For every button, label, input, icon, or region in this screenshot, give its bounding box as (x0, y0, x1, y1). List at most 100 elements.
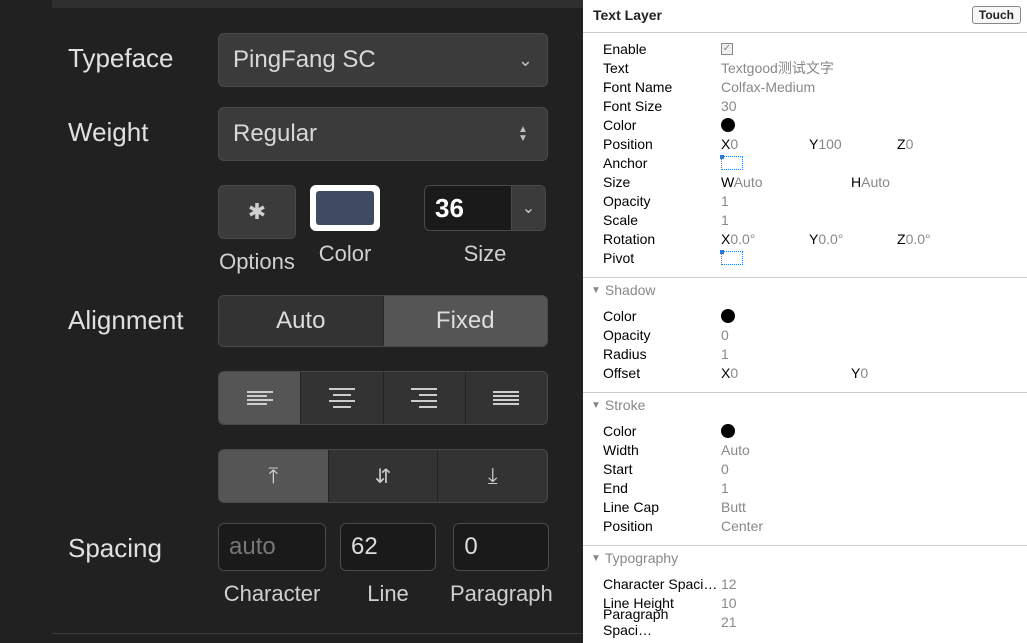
enable-label: Enable (603, 41, 721, 57)
anchor-picker[interactable] (721, 156, 743, 170)
fontsize-value[interactable]: 30 (721, 98, 1019, 114)
alignment-label: Alignment (68, 295, 218, 336)
fontname-value[interactable]: Colfax-Medium (721, 79, 1019, 95)
color-swatch-icon[interactable] (721, 118, 735, 132)
stroke-linecap-value[interactable]: Butt (721, 499, 1019, 515)
alignment-fixed-button[interactable]: Fixed (384, 296, 548, 346)
line-spacing-input[interactable]: 62 (340, 523, 436, 571)
shadow-color-label: Color (603, 308, 721, 324)
typo-paraspacing-value[interactable]: 21 (721, 614, 1019, 630)
character-spacing-input[interactable]: auto (218, 523, 326, 571)
panel-handle (52, 0, 583, 8)
align-top-icon: ⤒ (268, 463, 278, 489)
stroke-color-label: Color (603, 423, 721, 439)
shadow-color-swatch-icon[interactable] (721, 309, 735, 323)
size-w[interactable]: WAuto (721, 174, 851, 190)
size-value: 36 (425, 186, 511, 230)
gear-icon: ✱ (248, 199, 266, 225)
spacing-label: Spacing (68, 523, 218, 564)
enable-checkbox[interactable]: ✓ (721, 43, 733, 55)
size-sublabel: Size (464, 241, 507, 267)
shadow-opacity-value[interactable]: 0 (721, 327, 1019, 343)
stroke-position-label: Position (603, 518, 721, 534)
typeface-select[interactable]: PingFang SC ⌄ (218, 33, 548, 87)
typo-lineheight-value[interactable]: 10 (721, 595, 1019, 611)
rotation-z[interactable]: Z0.0° (897, 231, 985, 247)
stepper-icon: ▲▼ (513, 125, 533, 143)
align-top-button[interactable]: ⤒ (219, 450, 329, 502)
position-z[interactable]: Z0 (897, 136, 985, 152)
color-swatch-icon (316, 191, 374, 225)
stroke-start-label: Start (603, 461, 721, 477)
shadow-radius-label: Radius (603, 346, 721, 362)
color-sublabel: Color (319, 241, 372, 267)
shadow-section-header[interactable]: ▼Shadow (583, 277, 1027, 300)
chevron-down-icon: ⌄ (522, 198, 535, 218)
align-right-button[interactable] (384, 372, 466, 424)
shadow-offset-y[interactable]: Y0 (851, 365, 939, 381)
typography-section-header[interactable]: ▼Typography (583, 545, 1027, 568)
weight-select[interactable]: Regular ▲▼ (218, 107, 548, 161)
inspector-title: Text Layer (593, 7, 662, 23)
chevron-down-icon: ⌄ (518, 50, 533, 71)
stroke-width-value[interactable]: Auto (721, 442, 1019, 458)
paragraph-spacing-sublabel: Paragraph (450, 581, 553, 607)
align-middle-button[interactable]: ⇵ (329, 450, 439, 502)
line-spacing-sublabel: Line (367, 581, 409, 607)
stroke-end-label: End (603, 480, 721, 496)
stroke-color-swatch-icon[interactable] (721, 424, 735, 438)
weight-label: Weight (68, 107, 218, 148)
shadow-offset-x[interactable]: X0 (721, 365, 851, 381)
main-properties: Enable✓ TextTextgood测试文字 Font NameColfax… (583, 33, 1027, 271)
pivot-picker[interactable] (721, 251, 743, 265)
typo-paraspacing-label: Paragraph Spaci… (603, 606, 721, 638)
align-justify-button[interactable] (466, 372, 547, 424)
stroke-width-label: Width (603, 442, 721, 458)
align-right-icon (411, 386, 437, 410)
shadow-radius-value[interactable]: 1 (721, 346, 1019, 362)
align-bottom-icon: ⤓ (488, 463, 498, 489)
text-value[interactable]: Textgood测试文字 (721, 58, 1019, 78)
align-center-button[interactable] (301, 372, 383, 424)
options-button[interactable]: ✱ (218, 185, 296, 239)
fontname-label: Font Name (603, 79, 721, 95)
align-left-button[interactable] (219, 372, 301, 424)
position-label: Position (603, 136, 721, 152)
typeface-value: PingFang SC (233, 46, 376, 74)
design-properties-panel: Typeface PingFang SC ⌄ Weight Regular ▲▼… (0, 0, 583, 643)
disclosure-triangle-icon: ▼ (591, 553, 601, 564)
stroke-position-value[interactable]: Center (721, 518, 1019, 534)
align-bottom-button[interactable]: ⤓ (438, 450, 547, 502)
scale-value[interactable]: 1 (721, 212, 1019, 228)
disclosure-triangle-icon: ▼ (591, 285, 601, 296)
paragraph-spacing-input[interactable]: 0 (453, 523, 549, 571)
touch-button[interactable]: Touch (972, 6, 1021, 24)
typeface-label: Typeface (68, 33, 218, 74)
character-spacing-sublabel: Character (224, 581, 321, 607)
rotation-y[interactable]: Y0.0° (809, 231, 897, 247)
stroke-section-header[interactable]: ▼Stroke (583, 392, 1027, 415)
position-y[interactable]: Y100 (809, 136, 897, 152)
inspector-panel: Text Layer Touch Enable✓ TextTextgood测试文… (583, 0, 1027, 643)
typo-charspacing-value[interactable]: 12 (721, 576, 1019, 592)
typo-charspacing-label: Character Spaci… (603, 576, 721, 592)
color-label: Color (603, 117, 721, 133)
alignment-auto-button[interactable]: Auto (219, 296, 384, 346)
vertical-align-group: ⤒ ⇵ ⤓ (218, 449, 548, 503)
stroke-end-value[interactable]: 1 (721, 480, 1019, 496)
position-x[interactable]: X0 (721, 136, 809, 152)
stroke-start-value[interactable]: 0 (721, 461, 1019, 477)
rotation-x[interactable]: X0.0° (721, 231, 809, 247)
divider (52, 633, 583, 634)
size-label: Size (603, 174, 721, 190)
pivot-label: Pivot (603, 250, 721, 266)
size-input[interactable]: 36 ⌄ (424, 185, 546, 231)
weight-value: Regular (233, 120, 317, 148)
shadow-offset-label: Offset (603, 365, 721, 381)
size-h[interactable]: HAuto (851, 174, 939, 190)
alignment-mode-toggle: Auto Fixed (218, 295, 548, 347)
layer-opacity-value[interactable]: 1 (721, 193, 1019, 209)
color-button[interactable] (310, 185, 380, 231)
align-justify-icon (493, 389, 519, 407)
shadow-opacity-label: Opacity (603, 327, 721, 343)
